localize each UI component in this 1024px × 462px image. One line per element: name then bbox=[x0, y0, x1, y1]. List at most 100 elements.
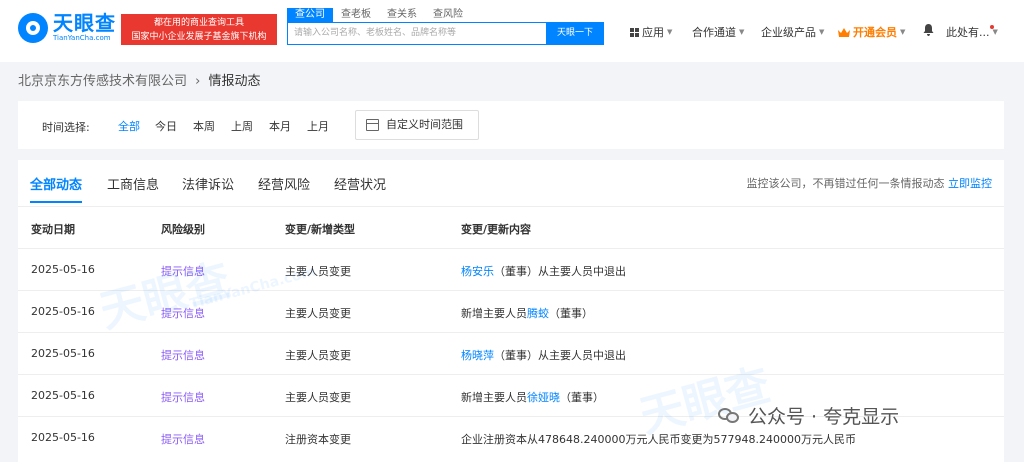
tab-operating-status[interactable]: 经营状况 bbox=[334, 174, 386, 193]
person-link[interactable]: 徐娅晓 bbox=[527, 391, 560, 404]
monitor-link[interactable]: 立即监控 bbox=[948, 177, 992, 190]
person-link[interactable]: 腾蛟 bbox=[527, 307, 549, 320]
search-input[interactable]: 请输入公司名称、老板姓名、品牌名称等 bbox=[287, 22, 547, 45]
custom-range-button[interactable]: 自定义时间范围 bbox=[355, 110, 479, 140]
logo-name: 天眼查 bbox=[53, 11, 116, 35]
breadcrumb: 北京京东方传感技术有限公司 › 情报动态 bbox=[18, 70, 261, 89]
row-risk-level[interactable]: 提示信息 bbox=[161, 431, 205, 447]
row-date: 2025-05-16 bbox=[31, 431, 95, 444]
crown-icon bbox=[838, 27, 850, 37]
row-date: 2025-05-16 bbox=[31, 263, 95, 276]
notification-bell[interactable] bbox=[923, 24, 934, 36]
column-header-date: 变动日期 bbox=[31, 223, 75, 236]
user-name: 此处有... bbox=[946, 26, 990, 39]
chevron-down-icon: ▼ bbox=[739, 28, 745, 36]
row-content: 杨晓萍（董事）从主要人员中退出 bbox=[461, 347, 626, 363]
row-change-type: 主要人员变更 bbox=[285, 265, 351, 278]
nav-apps-label: 应用 bbox=[642, 26, 664, 39]
site-logo[interactable]: 天眼查 TianYanCha.com bbox=[18, 12, 116, 43]
top-bar: 天眼查 TianYanCha.com 都在用的商业查询工具 国家中小企业发展子基… bbox=[0, 0, 1024, 62]
logo-eye-icon bbox=[18, 12, 48, 43]
wechat-text: 公众号 · 夸克显示 bbox=[748, 406, 900, 428]
tab-legal[interactable]: 法律诉讼 bbox=[182, 174, 234, 193]
row-risk-level[interactable]: 提示信息 bbox=[161, 389, 205, 405]
logo-text: 天眼查 TianYanCha.com bbox=[53, 12, 116, 43]
row-content: 新增主要人员腾蛟（董事） bbox=[461, 305, 593, 321]
row-content: 企业注册资本从478648.240000万元人民币变更为577948.24000… bbox=[461, 431, 856, 447]
wechat-watermark: 公众号 · 夸克显示 bbox=[718, 402, 899, 429]
nav-vip-label: 开通会员 bbox=[853, 26, 897, 39]
chevron-down-icon: ▼ bbox=[900, 28, 906, 36]
row-risk-level[interactable]: 提示信息 bbox=[161, 347, 205, 363]
row-date: 2025-05-16 bbox=[31, 347, 95, 360]
filter-option-today[interactable]: 今日 bbox=[155, 118, 177, 134]
content-pre: 新增主要人员 bbox=[461, 391, 527, 404]
row-change-type: 注册资本变更 bbox=[285, 433, 351, 446]
content-post: （董事）从主要人员中退出 bbox=[494, 265, 626, 278]
notification-dot bbox=[990, 25, 994, 29]
grid-icon bbox=[630, 27, 639, 37]
column-header-type: 变更/新增类型 bbox=[285, 223, 356, 236]
calendar-icon bbox=[366, 119, 379, 131]
row-content: 新增主要人员徐娅晓（董事） bbox=[461, 389, 604, 405]
bell-icon bbox=[923, 24, 934, 36]
search-tabs: 查公司 查老板 查关系 查风险 bbox=[287, 8, 471, 22]
person-link[interactable]: 杨晓萍 bbox=[461, 349, 494, 362]
nav-enterprise[interactable]: 企业级产品 ▼ bbox=[761, 24, 824, 40]
nav-vip[interactable]: 开通会员 ▼ bbox=[838, 24, 905, 40]
search-tab-company[interactable]: 查公司 bbox=[287, 8, 333, 22]
wechat-icon bbox=[718, 406, 740, 425]
row-risk-level[interactable]: 提示信息 bbox=[161, 263, 205, 279]
nav-enterprise-label: 企业级产品 bbox=[761, 26, 816, 39]
breadcrumb-separator: › bbox=[195, 74, 201, 89]
table-header: 变动日期 风险级别 变更/新增类型 变更/更新内容 bbox=[18, 206, 1004, 248]
chevron-down-icon: ▼ bbox=[992, 28, 998, 36]
logo-domain: TianYanCha.com bbox=[53, 34, 111, 42]
active-tab-indicator bbox=[30, 201, 82, 203]
slogan-line2: 国家中小企业发展子基金旗下机构 bbox=[131, 32, 267, 42]
nav-apps[interactable]: 应用 ▼ bbox=[630, 24, 672, 40]
filter-option-this-week[interactable]: 本周 bbox=[193, 118, 215, 134]
row-change-type: 主要人员变更 bbox=[285, 391, 351, 404]
row-content: 杨安乐（董事）从主要人员中退出 bbox=[461, 263, 626, 279]
table-row: 2025-05-16 提示信息 主要人员变更 杨安乐（董事）从主要人员中退出 bbox=[18, 248, 1004, 290]
tab-business-info[interactable]: 工商信息 bbox=[107, 174, 159, 193]
search-tab-risk[interactable]: 查风险 bbox=[425, 8, 471, 22]
monitor-prompt: 监控该公司，不再错过任何一条情报动态 立即监控 bbox=[747, 175, 993, 191]
row-change-type: 主要人员变更 bbox=[285, 349, 351, 362]
filter-option-this-month[interactable]: 本月 bbox=[269, 118, 291, 134]
nav-partner[interactable]: 合作通道 ▼ bbox=[692, 24, 744, 40]
content-pre: 企业注册资本从478648.240000万元人民币变更为577948.24000… bbox=[461, 433, 856, 446]
row-risk-level[interactable]: 提示信息 bbox=[161, 305, 205, 321]
content-pre: 新增主要人员 bbox=[461, 307, 527, 320]
row-date: 2025-05-16 bbox=[31, 389, 95, 402]
chevron-down-icon: ▼ bbox=[819, 28, 825, 36]
time-filter: 时间选择: 全部 今日 本周 上周 本月 上月 自定义时间范围 bbox=[18, 101, 1004, 149]
filter-option-all[interactable]: 全部 bbox=[118, 118, 140, 134]
breadcrumb-company[interactable]: 北京京东方传感技术有限公司 bbox=[18, 74, 187, 89]
content-post: （董事）从主要人员中退出 bbox=[494, 349, 626, 362]
nav-partner-label: 合作通道 bbox=[692, 26, 736, 39]
tab-all-updates[interactable]: 全部动态 bbox=[30, 174, 82, 193]
row-date: 2025-05-16 bbox=[31, 305, 95, 318]
chevron-down-icon: ▼ bbox=[667, 28, 673, 36]
search-button[interactable]: 天眼一下 bbox=[546, 22, 604, 45]
filter-option-last-week[interactable]: 上周 bbox=[231, 118, 253, 134]
table-row: 2025-05-16 提示信息 主要人员变更 新增主要人员腾蛟（董事） bbox=[18, 290, 1004, 332]
filter-option-last-month[interactable]: 上月 bbox=[307, 118, 329, 134]
search-tab-boss[interactable]: 查老板 bbox=[333, 8, 379, 22]
monitor-text: 监控该公司，不再错过任何一条情报动态 bbox=[746, 177, 945, 190]
time-filter-label: 时间选择: bbox=[42, 121, 90, 134]
breadcrumb-current: 情报动态 bbox=[208, 74, 261, 89]
row-change-type: 主要人员变更 bbox=[285, 307, 351, 320]
content-post: （董事） bbox=[549, 307, 593, 320]
column-header-risk: 风险级别 bbox=[161, 223, 205, 236]
table-row: 2025-05-16 提示信息 主要人员变更 杨晓萍（董事）从主要人员中退出 bbox=[18, 332, 1004, 374]
search-tab-relation[interactable]: 查关系 bbox=[379, 8, 425, 22]
slogan-line1: 都在用的商业查询工具 bbox=[153, 18, 244, 28]
content-post: （董事） bbox=[560, 391, 604, 404]
person-link[interactable]: 杨安乐 bbox=[461, 265, 494, 278]
tab-operating-risk[interactable]: 经营风险 bbox=[258, 174, 310, 193]
column-header-content: 变更/更新内容 bbox=[461, 223, 532, 236]
custom-range-label: 自定义时间范围 bbox=[386, 118, 463, 131]
